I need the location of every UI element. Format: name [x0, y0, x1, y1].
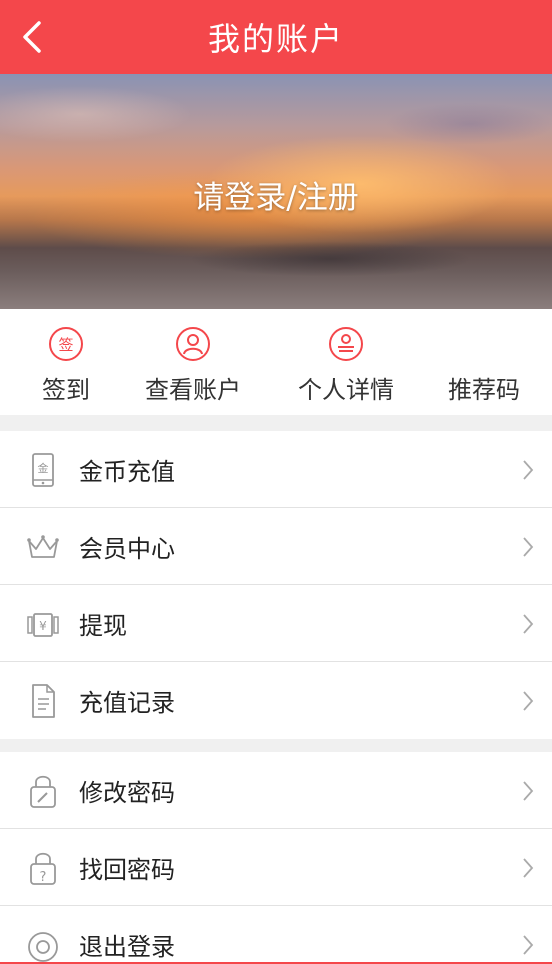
menu-item-member-center[interactable]: 会员中心	[0, 508, 552, 585]
menu-item-label: 充值记录	[79, 689, 175, 717]
quick-action-referral-code[interactable]: 推荐码	[442, 309, 526, 415]
chevron-right-icon	[523, 614, 534, 634]
chevron-right-icon	[523, 537, 534, 557]
menu-item-label: 找回密码	[79, 855, 175, 884]
chevron-right-icon	[523, 858, 534, 878]
menu-item-recover-password[interactable]: ? 找回密码	[0, 829, 552, 906]
svg-text:?: ?	[40, 870, 47, 885]
menu-item-change-password[interactable]: 修改密码	[0, 752, 552, 829]
page-title: 我的账户	[207, 20, 344, 58]
menu-item-label: 修改密码	[79, 778, 175, 807]
back-icon[interactable]	[16, 20, 50, 54]
menu-item-recharge-records[interactable]: 充值记录	[0, 662, 552, 739]
menu-item-withdraw[interactable]: ¥ 提现	[0, 585, 552, 662]
chevron-right-icon	[523, 781, 534, 801]
menu-item-label: 会员中心	[79, 534, 175, 563]
profile-icon	[329, 327, 363, 361]
menu-item-recharge[interactable]: 金 金币充值	[0, 431, 552, 508]
menu-item-label: 提现	[79, 611, 127, 640]
quick-action-label: 推荐码	[448, 376, 520, 404]
quick-action-view-account[interactable]: 查看账户	[139, 309, 247, 415]
quick-action-personal-details[interactable]: 个人详情	[292, 309, 400, 415]
chevron-right-icon	[523, 691, 534, 711]
menu-group-account: 金 金币充值 会员中心 ¥ 提现 充值记录	[0, 431, 552, 739]
crown-icon	[27, 535, 59, 558]
menu-item-label: 退出登录	[79, 933, 175, 961]
quick-action-label: 查看账户	[145, 376, 241, 404]
lock-edit-icon	[30, 775, 56, 808]
svg-text:签: 签	[58, 336, 73, 354]
quick-actions: 签 签到 查看账户 个人详情 推荐码	[0, 309, 552, 415]
menu-group-security: 修改密码 ? 找回密码 退出登录	[0, 752, 552, 964]
menu-item-logout[interactable]: 退出登录	[0, 906, 552, 964]
svg-text:金: 金	[38, 461, 49, 475]
record-icon	[32, 684, 55, 718]
quick-action-label: 签到	[42, 376, 90, 404]
lock-question-icon: ?	[30, 852, 56, 885]
menu-item-label: 金币充值	[79, 457, 175, 486]
chevron-right-icon	[523, 460, 534, 480]
quick-action-label: 个人详情	[298, 376, 394, 404]
power-icon	[28, 932, 58, 962]
withdraw-icon: ¥	[27, 613, 59, 637]
top-bar: 我的账户	[0, 0, 552, 74]
login-register-link[interactable]: 请登录/注册	[0, 172, 552, 217]
coin-phone-icon: 金	[32, 453, 54, 487]
chevron-right-icon	[523, 935, 534, 955]
user-icon	[176, 327, 210, 361]
quick-action-sign-in[interactable]: 签 签到	[33, 309, 99, 415]
sign-in-icon: 签	[49, 327, 83, 361]
svg-text:¥: ¥	[39, 619, 47, 633]
profile-banner: 请登录/注册	[0, 74, 552, 309]
